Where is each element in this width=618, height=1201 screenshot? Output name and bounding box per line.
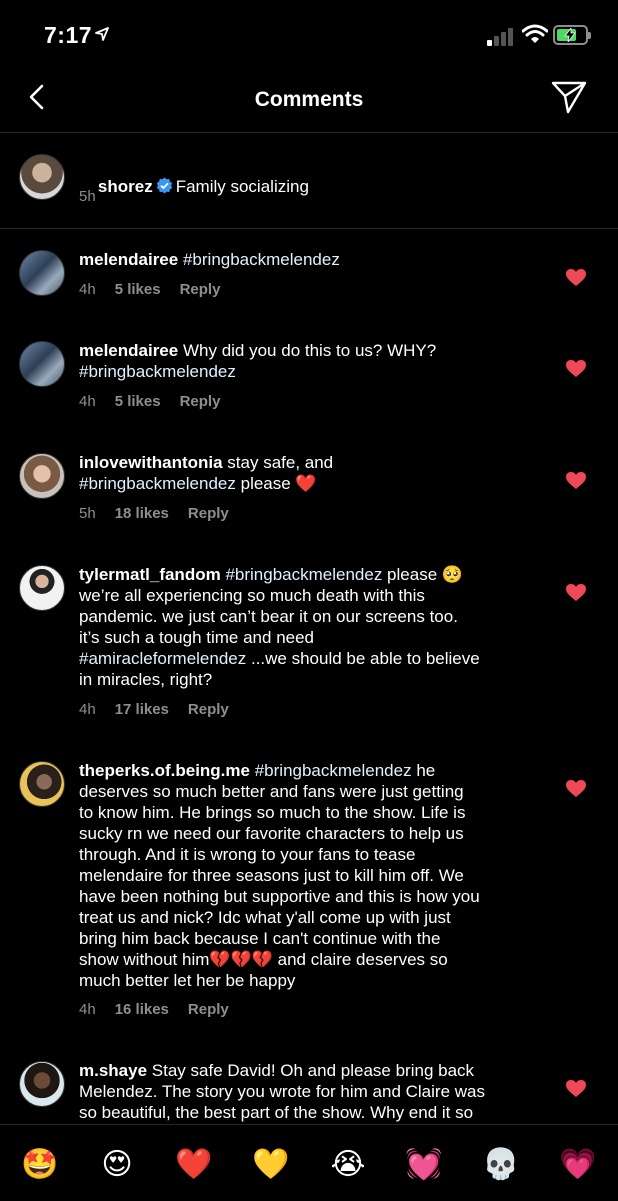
direct-message-icon[interactable] [550,78,588,116]
comment-text: #bringbackmelendez he deserves so much b… [79,761,480,990]
heart-icon[interactable] [566,584,586,602]
wifi-icon [522,24,548,43]
comment-time: 4h [79,1001,96,1018]
post-caption: shorez Family socializing 5h [0,132,618,229]
comment-username[interactable]: theperks.of.being.me [79,761,250,780]
status-bar: 7:17 [0,0,618,70]
comment-username[interactable]: m.shaye [79,1061,147,1080]
reply-button[interactable]: Reply [180,281,221,298]
avatar[interactable] [19,453,65,499]
likes-count[interactable]: 5 likes [115,393,161,410]
comment-username[interactable]: tylermatl_fandom [79,565,221,584]
comment-time: 5h [79,505,96,522]
likes-count[interactable]: 18 likes [115,505,169,522]
reply-button[interactable]: Reply [188,505,229,522]
comment-item: melendairee Why did you do this to us? W… [0,320,618,440]
heart-eyes-emoji-button[interactable]: 😍 [97,1147,137,1182]
caption-text: Family socializing [175,177,309,196]
hashtag-link[interactable]: #bringbackmelendez [79,362,236,381]
cellular-signal-icon [487,26,517,46]
emoji-reaction-bar: 🤩 😍 ❤️ 💛 😭 💓 💀 💗 [0,1124,618,1201]
red-heart-emoji-button[interactable]: ❤️ [174,1147,214,1182]
skull-emoji-button[interactable]: 💀 [481,1147,521,1182]
heart-icon[interactable] [566,472,586,490]
reply-button[interactable]: Reply [180,393,221,410]
likes-count[interactable]: 17 likes [115,701,169,718]
avatar[interactable] [19,1061,65,1107]
reply-button[interactable]: Reply [188,701,229,718]
likes-count[interactable]: 16 likes [115,1001,169,1018]
yellow-heart-emoji-button[interactable]: 💛 [251,1147,291,1182]
comment-item: tylermatl_fandom #bringbackmelendez plea… [0,544,618,734]
hashtag-link[interactable]: #bringbackmelendez [183,250,340,269]
avatar[interactable] [19,761,65,807]
comment-time: 4h [79,393,96,410]
battery-icon [553,25,591,45]
status-time: 7:17 [44,22,93,48]
comment-item: m.shaye Stay safe David! Oh and please b… [0,1040,618,1124]
hashtag-link[interactable]: #bringbackmelendez [79,474,236,493]
header-bar: Comments [0,70,618,133]
likes-count[interactable]: 5 likes [115,281,161,298]
heart-icon[interactable] [566,269,586,287]
comment-item: melendairee #bringbackmelendez 4h 5 likes… [0,229,618,329]
beating-heart-emoji-button[interactable]: 💓 [404,1147,444,1182]
comment-time: 4h [79,281,96,298]
avatar[interactable] [19,154,65,200]
comment-item: inlovewithantonia stay safe, and #bringb… [0,432,618,552]
hashtag-link[interactable]: #bringbackmelendez [255,761,412,780]
comment-item: theperks.of.being.me #bringbackmelendez … [0,740,618,1040]
avatar[interactable] [19,565,65,611]
page-title: Comments [254,88,364,111]
verified-badge-icon [156,177,172,194]
crying-emoji-button[interactable]: 😭 [328,1147,368,1182]
sparkling-heart-emoji-button[interactable]: 💗 [558,1147,598,1182]
avatar[interactable] [19,341,65,387]
heart-icon[interactable] [566,780,586,798]
comment-username[interactable]: melendairee [79,250,178,269]
comment-text: #bringbackmelendez [183,250,340,269]
comment-username[interactable]: inlovewithantonia [79,453,223,472]
reply-button[interactable]: Reply [188,1001,229,1018]
hashtag-link[interactable]: #bringbackmelendez [225,565,382,584]
caption-time: 5h [79,188,96,205]
heart-icon[interactable] [566,1080,586,1098]
hashtag-link[interactable]: #amiracleformelendez [79,649,246,668]
comment-time: 4h [79,701,96,718]
heart-icon[interactable] [566,360,586,378]
location-arrow-icon [95,27,109,41]
star-struck-emoji-button[interactable]: 🤩 [20,1147,60,1182]
avatar[interactable] [19,250,65,296]
comment-username[interactable]: melendairee [79,341,178,360]
